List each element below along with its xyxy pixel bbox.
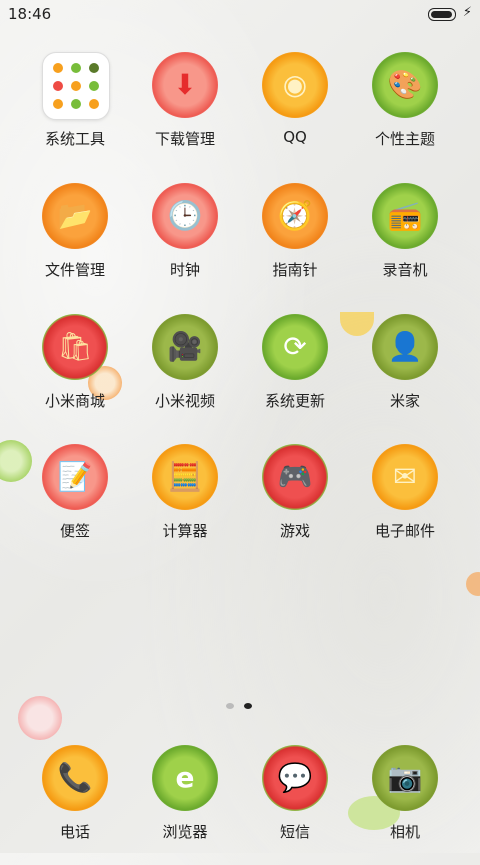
app-label: 下载管理 (154, 130, 215, 148)
app-label: 米家 (389, 392, 420, 410)
app-label: 小米商城 (44, 392, 105, 410)
app-compass[interactable]: 🧭 指南针 (240, 183, 350, 303)
app-mi-video[interactable]: 🎥 小米视频 (130, 314, 240, 434)
folder-icon (42, 52, 110, 120)
dock-messages[interactable]: 💬 短信 (240, 745, 350, 865)
app-label: 时钟 (169, 261, 200, 279)
dock-phone[interactable]: 📞 电话 (20, 745, 130, 865)
app-label: 文件管理 (44, 261, 105, 279)
app-theme[interactable]: 🎨 个性主题 (350, 52, 460, 172)
camera-icon: 📷 (372, 745, 438, 811)
palette-icon: 🎨 (372, 52, 438, 118)
compass-icon: 🧭 (262, 183, 328, 249)
qq-penguin-icon: ◉ (262, 52, 328, 118)
fruit-slice-decoration (18, 696, 62, 740)
app-system-tools[interactable]: 系统工具 (20, 52, 130, 172)
clock-icon: 🕒 (152, 183, 218, 249)
refresh-icon: ⟳ (262, 314, 328, 380)
battery-icon (428, 8, 456, 21)
page-dot-active (244, 703, 252, 709)
app-label: QQ (283, 128, 307, 146)
charging-icon: ⚡ (462, 5, 472, 20)
calculator-icon: 🧮 (152, 444, 218, 510)
app-label: 个性主题 (374, 130, 435, 148)
folder-open-icon: 📂 (42, 183, 108, 249)
fruit-slice-decoration (466, 572, 480, 596)
app-label: 相机 (389, 823, 420, 841)
app-system-update[interactable]: ⟳ 系统更新 (240, 314, 350, 434)
notepad-icon: 📝 (42, 444, 108, 510)
app-label: 便签 (59, 522, 90, 540)
head-profile-icon: 👤 (372, 314, 438, 380)
app-label: 小米视频 (154, 392, 215, 410)
dock-browser[interactable]: e 浏览器 (130, 745, 240, 865)
app-qq[interactable]: ◉ QQ (240, 52, 350, 172)
app-label: 计算器 (162, 522, 208, 540)
app-mi-store[interactable]: 🛍 小米商城 (20, 314, 130, 434)
app-label: 录音机 (382, 261, 428, 279)
app-label: 电子邮件 (374, 522, 435, 540)
app-games[interactable]: 🎮 游戏 (240, 444, 350, 564)
app-label: 指南针 (272, 261, 318, 279)
phone-icon: 📞 (42, 745, 108, 811)
page-dot (226, 703, 234, 709)
browser-e-icon: e (152, 745, 218, 811)
message-bubble-icon: 💬 (262, 745, 328, 811)
app-email[interactable]: ✉ 电子邮件 (350, 444, 460, 564)
app-label: 系统更新 (264, 392, 325, 410)
gamepad-icon: 🎮 (262, 444, 328, 510)
download-arrow-icon: ⬇ (152, 52, 218, 118)
app-label: 电话 (59, 823, 90, 841)
video-camera-icon: 🎥 (152, 314, 218, 380)
app-mijia[interactable]: 👤 米家 (350, 314, 460, 434)
app-label: 浏览器 (162, 823, 208, 841)
app-clock[interactable]: 🕒 时钟 (130, 183, 240, 303)
app-notes[interactable]: 📝 便签 (20, 444, 130, 564)
app-label: 游戏 (279, 522, 310, 540)
app-file-manager[interactable]: 📂 文件管理 (20, 183, 130, 303)
status-time: 18:46 (8, 5, 52, 23)
page-indicator[interactable] (224, 700, 256, 712)
radio-icon: 📻 (372, 183, 438, 249)
app-label: 系统工具 (44, 130, 105, 148)
app-download-manager[interactable]: ⬇ 下载管理 (130, 52, 240, 172)
shopping-bag-icon: 🛍 (42, 314, 108, 380)
app-calculator[interactable]: 🧮 计算器 (130, 444, 240, 564)
app-label: 短信 (279, 823, 310, 841)
dock-camera[interactable]: 📷 相机 (350, 745, 460, 865)
status-bar: 18:46 ⚡ (0, 0, 480, 28)
email-icon: ✉ (372, 444, 438, 510)
app-recorder[interactable]: 📻 录音机 (350, 183, 460, 303)
